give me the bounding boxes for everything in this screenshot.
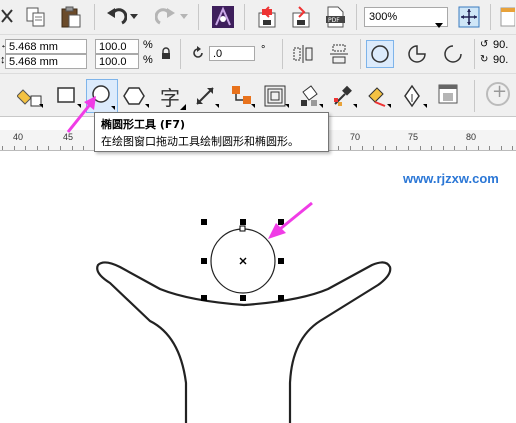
redo-dropdown-icon[interactable] bbox=[180, 13, 188, 21]
ruler-label: 70 bbox=[350, 132, 361, 142]
rotation-icon bbox=[190, 45, 206, 61]
svg-text:PDF: PDF bbox=[328, 17, 340, 24]
ruler-tick bbox=[2, 146, 3, 150]
ruler-tick bbox=[489, 146, 490, 150]
corel-connect-icon[interactable] bbox=[210, 4, 236, 30]
redo-icon[interactable] bbox=[154, 5, 178, 29]
text-tool[interactable]: 字 bbox=[158, 82, 186, 110]
center-mark-icon bbox=[239, 257, 247, 265]
zoom-value: 300% bbox=[369, 11, 398, 23]
ruler-label: 80 bbox=[466, 132, 477, 142]
figure-outline[interactable] bbox=[96, 261, 392, 423]
ruler-tick bbox=[396, 146, 397, 150]
add-tool[interactable]: + bbox=[486, 81, 510, 106]
width-field[interactable]: 5.468 mm bbox=[5, 39, 87, 54]
mirror-vertical-icon[interactable] bbox=[326, 41, 352, 67]
pie-mode-icon[interactable] bbox=[404, 41, 430, 67]
end-angle-value[interactable]: 90. bbox=[493, 54, 508, 66]
ellipse-node[interactable] bbox=[239, 225, 246, 232]
start-angle-value[interactable]: 90. bbox=[493, 39, 508, 51]
ellipse-icon bbox=[371, 45, 389, 63]
ruler-tick bbox=[466, 146, 467, 150]
ruler-tick bbox=[454, 146, 455, 150]
polygon-tool[interactable] bbox=[122, 83, 150, 109]
ruler-tick bbox=[443, 146, 444, 150]
smart-fill-tool[interactable] bbox=[16, 83, 44, 109]
ruler-tick bbox=[362, 146, 363, 150]
publish-pdf-icon[interactable]: PDF bbox=[322, 4, 348, 30]
ruler-tick bbox=[350, 146, 351, 150]
arc-mode-icon[interactable] bbox=[440, 41, 466, 67]
ruler-tick bbox=[501, 146, 502, 150]
paste-icon[interactable] bbox=[58, 4, 84, 30]
eyedropper-tool[interactable] bbox=[330, 83, 358, 109]
drop-shadow-tool[interactable] bbox=[434, 82, 462, 110]
rotation-field[interactable]: .0 bbox=[209, 46, 255, 61]
ruler-tick bbox=[37, 146, 38, 150]
ruler-tick bbox=[478, 146, 479, 150]
ruler-label: 40 bbox=[13, 132, 24, 142]
cut-icon[interactable] bbox=[0, 6, 16, 28]
ruler-tick bbox=[338, 146, 339, 150]
ruler-tick bbox=[14, 146, 15, 150]
text-tool-glyph: 字 bbox=[160, 86, 180, 110]
height-field[interactable]: 5.468 mm bbox=[5, 54, 87, 69]
ruler-tick bbox=[420, 146, 421, 150]
selection-handle-bl[interactable] bbox=[201, 295, 207, 301]
property-bar: ↔ 5.468 mm ↕ 5.468 mm 100.0 % 100.0 % .0… bbox=[0, 35, 516, 74]
scale-x-percent: % bbox=[143, 39, 153, 51]
ruler-label: 75 bbox=[408, 132, 419, 142]
import-icon[interactable] bbox=[254, 4, 280, 30]
standard-toolbar: PDF 300% bbox=[0, 0, 516, 35]
selection-handle-l[interactable] bbox=[201, 258, 207, 264]
ruler-tick bbox=[408, 146, 409, 150]
fill-tool[interactable] bbox=[296, 83, 324, 109]
selection-handle-br[interactable] bbox=[278, 295, 284, 301]
tooltip-description: 在绘图窗口拖动工具绘制圆形和椭圆形。 bbox=[101, 135, 299, 148]
ruler-tick bbox=[60, 146, 61, 150]
ruler-tick bbox=[25, 146, 26, 150]
selection-handle-r[interactable] bbox=[278, 258, 284, 264]
outline-pen-tool[interactable] bbox=[400, 83, 428, 109]
end-angle-icon: ↻ bbox=[480, 54, 489, 65]
parallel-dimension-tool[interactable] bbox=[192, 83, 220, 109]
lock-ratio-icon[interactable] bbox=[159, 45, 173, 61]
scale-y-percent: % bbox=[143, 54, 153, 66]
ruler-tick bbox=[385, 146, 386, 150]
pointer-arrow-icon bbox=[268, 201, 313, 239]
undo-dropdown-icon[interactable] bbox=[130, 13, 138, 21]
undo-icon[interactable] bbox=[104, 5, 128, 29]
drawing-canvas[interactable] bbox=[0, 151, 516, 423]
ruler-tick bbox=[431, 146, 432, 150]
tooltip: 椭圆形工具 (F7) 在绘图窗口拖动工具绘制圆形和椭圆形。 bbox=[94, 112, 329, 152]
selection-handle-t[interactable] bbox=[240, 219, 246, 225]
pointer-arrow-icon bbox=[66, 96, 96, 133]
selection-handle-tl[interactable] bbox=[201, 219, 207, 225]
connector-tool[interactable] bbox=[228, 83, 256, 109]
tooltip-title: 椭圆形工具 (F7) bbox=[101, 118, 186, 131]
copy-icon[interactable] bbox=[24, 5, 48, 29]
ruler-tick bbox=[72, 146, 73, 150]
ruler-tick bbox=[512, 146, 513, 150]
scale-y-field[interactable]: 100.0 bbox=[95, 54, 139, 69]
interactive-fill-tool[interactable] bbox=[364, 83, 392, 109]
start-angle-icon: ↺ bbox=[480, 39, 489, 50]
ruler-tick bbox=[83, 146, 84, 150]
mirror-horizontal-icon[interactable] bbox=[290, 41, 316, 67]
chevron-down-icon[interactable] bbox=[435, 14, 443, 33]
selection-handle-b[interactable] bbox=[240, 295, 246, 301]
ruler-tick bbox=[373, 146, 374, 150]
scale-x-field[interactable]: 100.0 bbox=[95, 39, 139, 54]
ellipse-mode-button[interactable] bbox=[366, 40, 394, 68]
selection-handle-tr[interactable] bbox=[278, 219, 284, 225]
ruler-tick bbox=[48, 146, 49, 150]
zoom-dropdown[interactable]: 300% bbox=[364, 7, 448, 28]
degree-symbol: ° bbox=[261, 44, 266, 56]
full-screen-icon[interactable] bbox=[456, 4, 482, 30]
export-icon[interactable] bbox=[288, 4, 314, 30]
options-icon[interactable] bbox=[498, 4, 516, 30]
contour-tool[interactable] bbox=[262, 83, 290, 109]
plus-icon: + bbox=[492, 81, 508, 102]
